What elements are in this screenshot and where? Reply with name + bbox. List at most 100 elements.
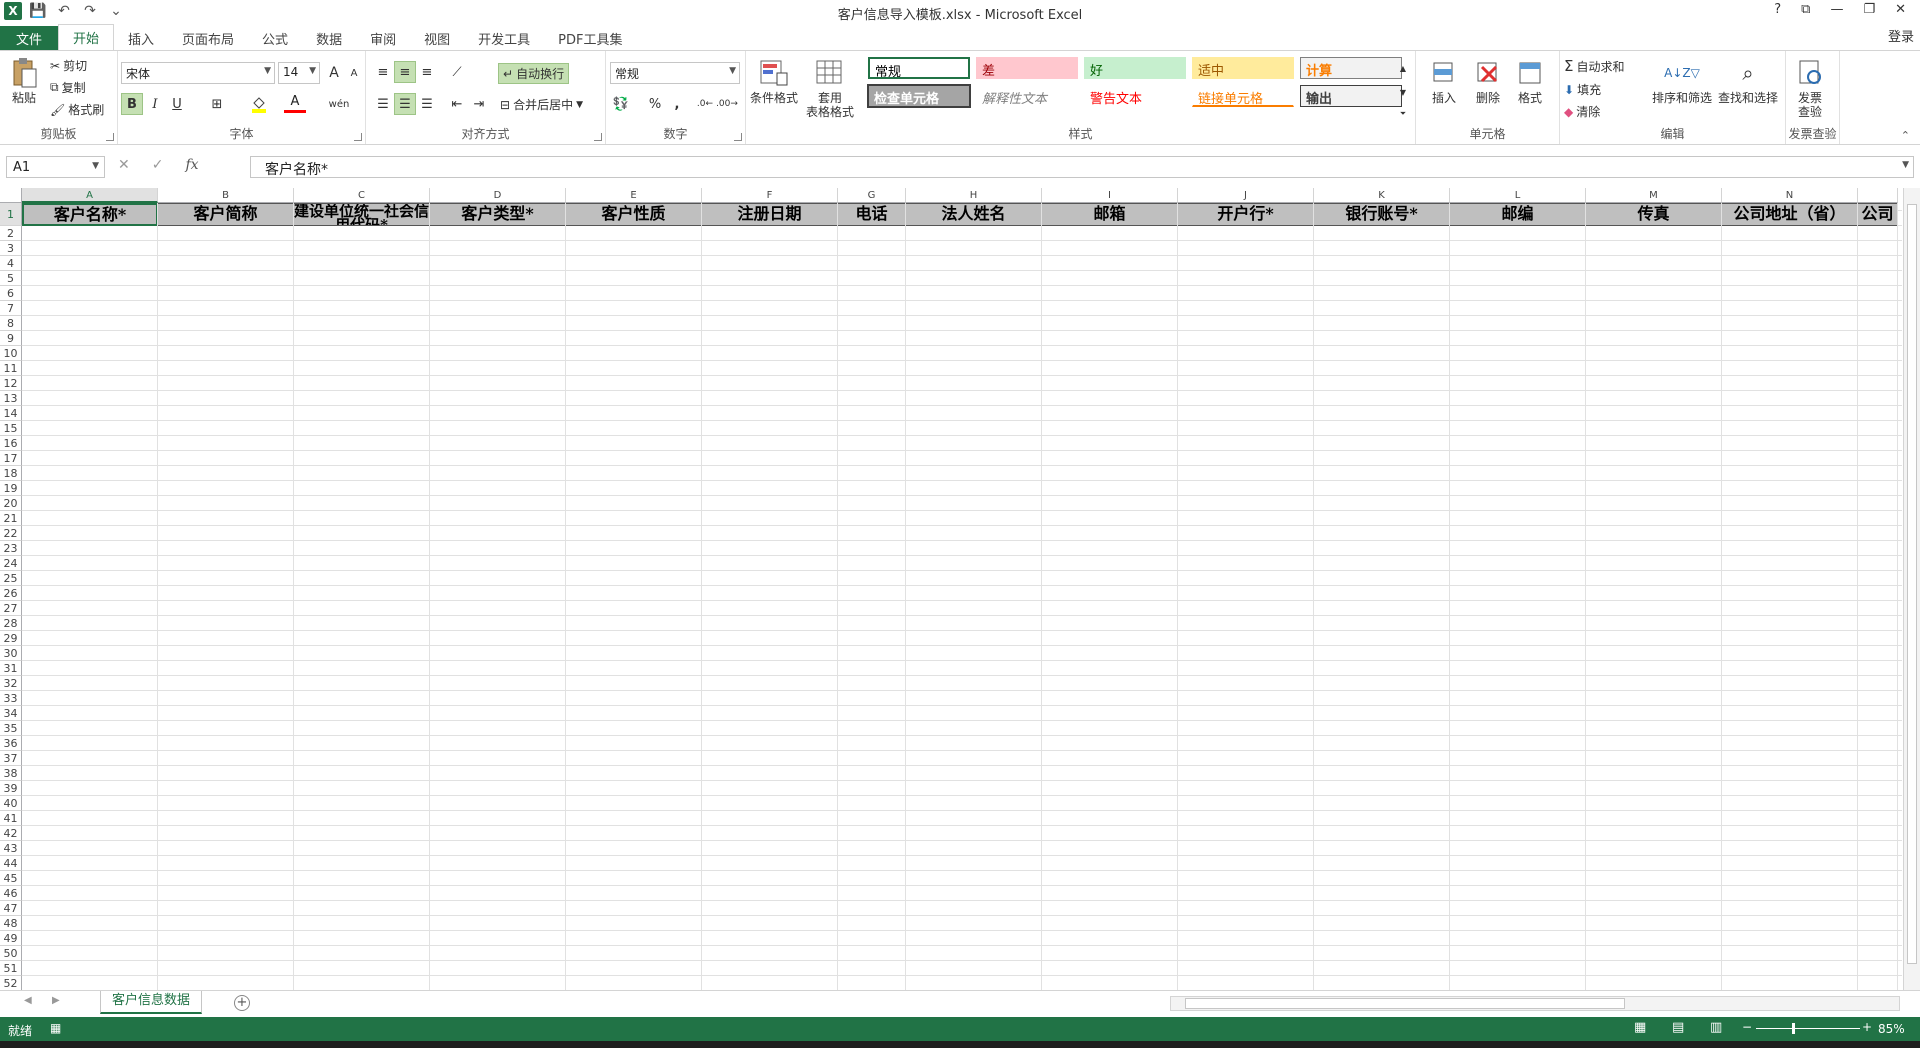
autosum-button[interactable]: Σ 自动求和 — [1564, 57, 1625, 75]
collapse-ribbon-icon[interactable]: ⌃ — [1901, 129, 1910, 142]
header-cell[interactable]: 开户行* — [1178, 203, 1314, 226]
row-header[interactable]: 5 — [0, 271, 22, 286]
fill-button[interactable]: ⬇ 填充 — [1564, 81, 1601, 98]
font-launcher-icon[interactable] — [354, 133, 362, 141]
column-header[interactable]: N — [1722, 188, 1858, 203]
row-header[interactable]: 1 — [0, 203, 22, 226]
cell-style-4[interactable]: 计算 — [1300, 57, 1402, 79]
header-cell[interactable]: 客户性质 — [566, 203, 702, 226]
row-header[interactable]: 4 — [0, 256, 22, 271]
font-color-button[interactable]: A — [284, 93, 306, 113]
number-format-select[interactable]: 常规 ▼ — [610, 62, 740, 84]
column-header[interactable]: K — [1314, 188, 1450, 203]
gallery-down-icon[interactable]: ▼ — [1396, 81, 1410, 103]
header-cell[interactable]: 电话 — [838, 203, 906, 226]
sheet-tab-customer-data[interactable]: 客户信息数据 — [100, 991, 202, 1014]
row-header[interactable]: 45 — [0, 871, 22, 886]
header-cell[interactable]: 公司 — [1858, 203, 1898, 226]
row-header[interactable]: 40 — [0, 796, 22, 811]
invoice-check-button[interactable]: 发票 查验 — [1794, 57, 1826, 119]
row-header[interactable]: 13 — [0, 391, 22, 406]
row-header[interactable]: 20 — [0, 496, 22, 511]
column-header[interactable]: A — [22, 188, 158, 203]
prev-sheet-icon[interactable]: ◀ — [24, 995, 32, 1006]
increase-decimal-icon[interactable]: .0← — [694, 93, 716, 115]
insert-function-icon[interactable]: fx — [185, 157, 198, 173]
format-cells-button[interactable]: 格式 — [1514, 57, 1546, 105]
row-header[interactable]: 36 — [0, 736, 22, 751]
row-header[interactable]: 46 — [0, 886, 22, 901]
horizontal-scrollbar[interactable] — [1170, 996, 1900, 1011]
font-size-select[interactable]: 14 ▼ — [278, 62, 320, 84]
header-cell[interactable]: 注册日期 — [702, 203, 838, 226]
gallery-up-icon[interactable]: ▲ — [1396, 57, 1410, 79]
align-bottom-icon[interactable]: ≡ — [416, 61, 438, 83]
shrink-font-button[interactable]: A — [343, 62, 365, 84]
row-header[interactable]: 34 — [0, 706, 22, 721]
row-header[interactable]: 9 — [0, 331, 22, 346]
row-header[interactable]: 17 — [0, 451, 22, 466]
row-header[interactable]: 37 — [0, 751, 22, 766]
row-header[interactable]: 22 — [0, 526, 22, 541]
header-cell[interactable]: 邮箱 — [1042, 203, 1178, 226]
format-painter-button[interactable]: 🖌 格式刷 — [50, 101, 104, 118]
tab-developer[interactable]: 开发工具 — [464, 26, 544, 50]
zoom-out-button[interactable]: − — [1742, 1020, 1752, 1034]
sort-filter-button[interactable]: A↓Z▽ 排序和筛选 — [1652, 57, 1712, 105]
percent-button[interactable]: % — [644, 93, 666, 115]
row-header[interactable]: 25 — [0, 571, 22, 586]
row-header[interactable]: 31 — [0, 661, 22, 676]
decrease-indent-icon[interactable]: ⇤ — [446, 93, 468, 115]
align-middle-icon[interactable]: ≡ — [394, 61, 416, 83]
align-center-icon[interactable]: ☰ — [394, 93, 416, 115]
tab-formulas[interactable]: 公式 — [248, 26, 302, 50]
next-sheet-icon[interactable]: ▶ — [52, 995, 60, 1006]
cell-style-5[interactable]: 检查单元格 — [867, 84, 971, 108]
row-header[interactable]: 2 — [0, 226, 22, 241]
column-header[interactable]: H — [906, 188, 1042, 203]
row-header[interactable]: 44 — [0, 856, 22, 871]
column-header[interactable]: G — [838, 188, 906, 203]
column-header[interactable]: J — [1178, 188, 1314, 203]
row-header[interactable]: 42 — [0, 826, 22, 841]
tab-review[interactable]: 审阅 — [356, 26, 410, 50]
tab-insert[interactable]: 插入 — [114, 26, 168, 50]
row-header[interactable]: 30 — [0, 646, 22, 661]
row-header[interactable]: 18 — [0, 466, 22, 481]
underline-button[interactable]: U — [166, 93, 188, 115]
page-break-view-icon[interactable]: ▥ — [1710, 1020, 1722, 1035]
borders-icon[interactable]: ⊞ — [206, 93, 228, 115]
decrease-decimal-icon[interactable]: .00→ — [716, 93, 738, 115]
font-name-select[interactable]: 宋体 ▼ — [121, 62, 275, 84]
tab-page-layout[interactable]: 页面布局 — [168, 26, 248, 50]
row-header[interactable]: 23 — [0, 541, 22, 556]
grow-font-button[interactable]: A — [323, 62, 345, 84]
column-header[interactable]: F — [702, 188, 838, 203]
add-sheet-button[interactable]: + — [234, 995, 250, 1011]
ribbon-display-button[interactable]: ⧉ — [1801, 2, 1810, 17]
header-cell[interactable]: 银行账号* — [1314, 203, 1450, 226]
orientation-icon[interactable]: ⟋ — [446, 61, 468, 83]
minimize-button[interactable]: — — [1830, 2, 1843, 17]
tab-data[interactable]: 数据 — [302, 26, 356, 50]
cell-style-0[interactable]: 常规 — [868, 57, 970, 79]
row-header[interactable]: 28 — [0, 616, 22, 631]
row-header[interactable]: 16 — [0, 436, 22, 451]
cut-button[interactable]: ✂ 剪切 — [50, 57, 87, 74]
zoom-slider[interactable] — [1756, 1028, 1860, 1029]
comma-button[interactable]: , — [666, 93, 688, 115]
paste-button[interactable]: 粘贴 — [8, 57, 40, 105]
row-header[interactable]: 41 — [0, 811, 22, 826]
row-header[interactable]: 33 — [0, 691, 22, 706]
row-header[interactable]: 3 — [0, 241, 22, 256]
horizontal-scroll-thumb[interactable] — [1185, 998, 1625, 1009]
phonetic-button[interactable]: wén — [328, 93, 350, 115]
row-header[interactable]: 50 — [0, 946, 22, 961]
row-header[interactable]: 48 — [0, 916, 22, 931]
column-header[interactable]: M — [1586, 188, 1722, 203]
row-header[interactable]: 7 — [0, 301, 22, 316]
clipboard-launcher-icon[interactable] — [106, 133, 114, 141]
fill-color-icon[interactable] — [248, 93, 270, 115]
normal-view-icon[interactable]: ▦ — [1634, 1020, 1646, 1035]
row-header[interactable]: 27 — [0, 601, 22, 616]
